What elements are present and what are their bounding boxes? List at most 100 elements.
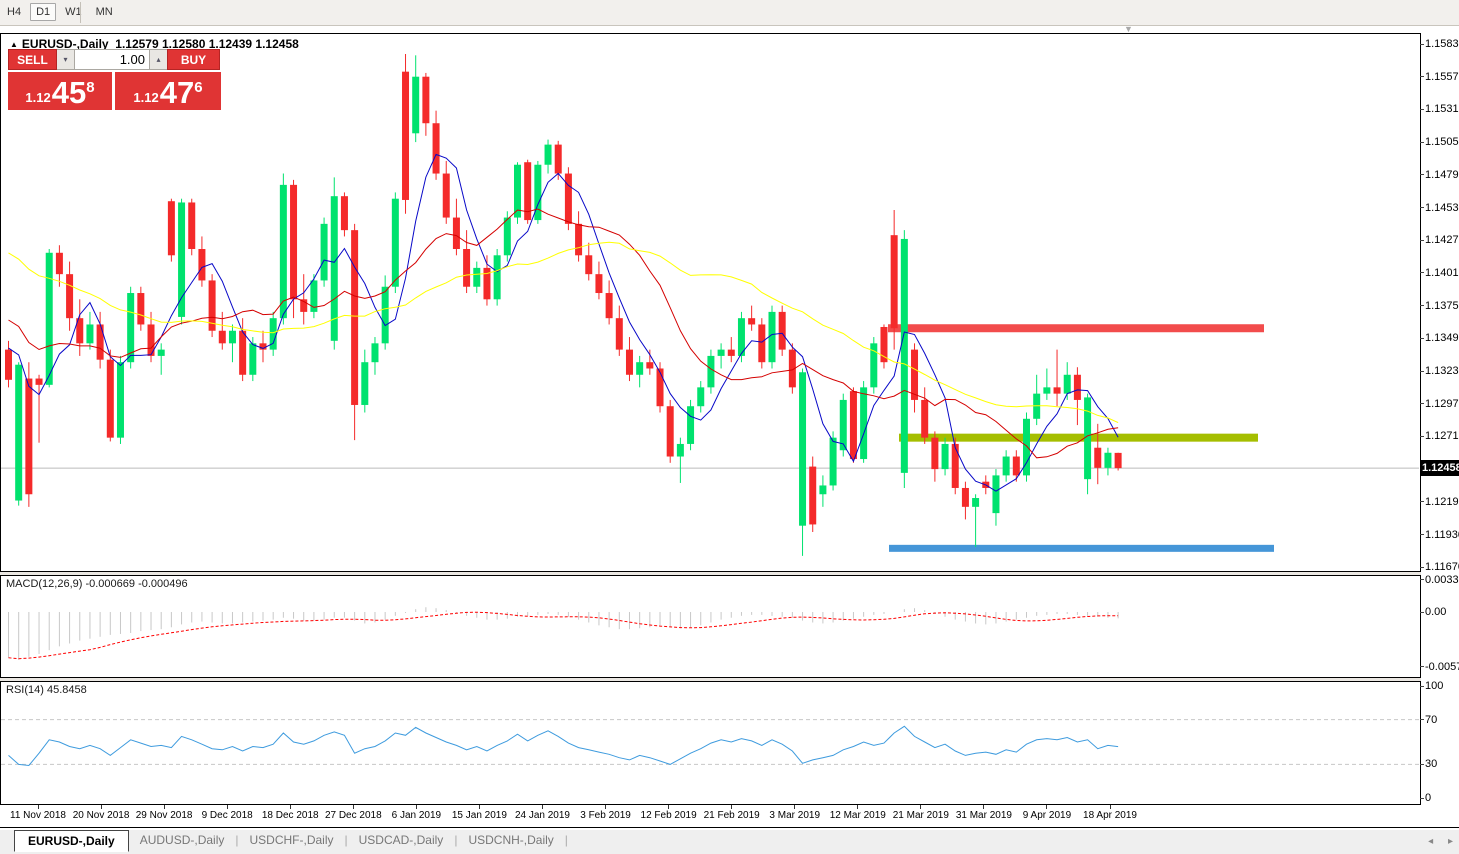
tab-divider: | [565, 830, 568, 847]
symbol-tab-eurusd[interactable]: EURUSD-,Daily [14, 830, 129, 852]
price-axis-label: 1.14790 [1425, 169, 1459, 181]
date-axis-label: 9 Dec 2018 [202, 810, 253, 821]
date-tick [605, 805, 606, 809]
timeframe-w1[interactable]: W1 [60, 4, 87, 20]
symbol-tab-usdcnh[interactable]: USDCNH-,Daily [457, 830, 564, 850]
symbol-tab-audusd[interactable]: AUDUSD-,Daily [129, 830, 236, 850]
timeframe-h4[interactable]: H4 [2, 4, 26, 20]
price-axis-label: 1.15830 [1425, 38, 1459, 50]
date-axis-label: 29 Nov 2018 [136, 810, 193, 821]
sell-price-big-digits: 45 [52, 78, 86, 108]
price-axis-label: 1.13230 [1425, 365, 1459, 377]
macd-axis-label: -0.00574 [1425, 661, 1459, 673]
price-axis-label: 1.13490 [1425, 332, 1459, 344]
date-axis-label: 20 Nov 2018 [73, 810, 130, 821]
rsi-axis-label: 30 [1425, 758, 1437, 770]
sell-price-pipette: 8 [86, 79, 94, 96]
macd-axis-label: 0.003386 [1425, 574, 1459, 586]
date-tick [668, 805, 669, 809]
volume-input[interactable] [75, 50, 147, 68]
buy-price-prefix: 1.12 [133, 90, 158, 105]
buy-button[interactable]: BUY [167, 49, 220, 70]
tab-scroll-arrows: ◂ ▸ [1416, 836, 1453, 847]
date-tick [857, 805, 858, 809]
one-click-trade-panel: SELL ▾ ▴ BUY 1.12 45 8 1.12 47 6 [8, 49, 222, 110]
price-axis-label-tick [1420, 371, 1424, 372]
sell-button[interactable]: SELL [8, 49, 57, 70]
tabs-scroll-right-icon[interactable]: ▸ [1448, 836, 1453, 847]
macd-panel-canvas[interactable] [0, 575, 1421, 678]
date-axis-label: 21 Mar 2019 [893, 810, 949, 821]
volume-field-wrap: ▴ [75, 49, 167, 70]
price-axis-label-tick [1420, 174, 1424, 175]
timeframe-d1[interactable]: D1 [30, 3, 56, 21]
buy-price-quote[interactable]: 1.12 47 6 [115, 72, 221, 110]
symbol-tab-usdcad[interactable]: USDCAD-,Daily [348, 830, 455, 850]
sell-price-quote[interactable]: 1.12 45 8 [8, 72, 112, 110]
date-axis-label: 24 Jan 2019 [515, 810, 570, 821]
price-axis-label: 1.13750 [1425, 300, 1459, 312]
timeframe-mn[interactable]: MN [91, 4, 118, 20]
rsi-axis-label-tick [1420, 719, 1424, 720]
chevron-down-icon: ▾ [63, 55, 67, 64]
price-axis-label: 1.12710 [1425, 430, 1459, 442]
date-axis-label: 12 Mar 2019 [830, 810, 886, 821]
rsi-axis-label-tick [1420, 686, 1424, 687]
date-axis-label: 15 Jan 2019 [452, 810, 507, 821]
date-axis-label: 18 Apr 2019 [1083, 810, 1137, 821]
symbol-marker-icon[interactable]: ▲ [10, 40, 18, 49]
price-chart-canvas[interactable] [0, 33, 1421, 572]
date-tick [794, 805, 795, 809]
volume-spin-up-button[interactable]: ▴ [149, 50, 167, 69]
date-tick [920, 805, 921, 809]
buy-price-pipette: 6 [194, 79, 202, 96]
date-axis-label: 18 Dec 2018 [262, 810, 319, 821]
price-axis-label: 1.11670 [1425, 561, 1459, 573]
hline-support [889, 545, 1274, 552]
tabs-scroll-left-icon[interactable]: ◂ [1428, 836, 1433, 847]
date-tick [479, 805, 480, 809]
toolbar-separator [80, 2, 81, 23]
price-axis-label: 1.14270 [1425, 234, 1459, 246]
date-tick [1046, 805, 1047, 809]
volume-dropdown-button[interactable]: ▾ [57, 49, 75, 70]
date-tick [542, 805, 543, 809]
price-axis-label-tick [1420, 207, 1424, 208]
date-axis-label: 31 Mar 2019 [956, 810, 1012, 821]
date-tick [227, 805, 228, 809]
rsi-axis-label-tick [1420, 764, 1424, 765]
price-axis-label-tick [1420, 534, 1424, 535]
sell-price-prefix: 1.12 [25, 90, 50, 105]
price-axis-label-tick [1420, 436, 1424, 437]
symbol-tab-usdchf[interactable]: USDCHF-,Daily [239, 830, 345, 850]
macd-indicator-label: MACD(12,26,9) -0.000669 -0.000496 [6, 578, 188, 590]
macd-axis-label-tick [1420, 579, 1424, 580]
date-axis-label: 12 Feb 2019 [641, 810, 697, 821]
price-axis-label: 1.15570 [1425, 71, 1459, 83]
price-axis-label-tick [1420, 142, 1424, 143]
chevron-up-icon: ▴ [156, 55, 160, 64]
buy-price-big-digits: 47 [160, 78, 194, 108]
price-axis-label: 1.15050 [1425, 136, 1459, 148]
price-axis-label: 1.15310 [1425, 103, 1459, 115]
date-axis-label: 3 Mar 2019 [769, 810, 820, 821]
price-axis-label: 1.12190 [1425, 496, 1459, 508]
price-axis-label-tick [1420, 501, 1424, 502]
date-tick [101, 805, 102, 809]
date-axis-label: 21 Feb 2019 [704, 810, 760, 821]
price-axis-label: 1.14530 [1425, 202, 1459, 214]
price-axis-label-tick [1420, 272, 1424, 273]
rsi-axis-label: 100 [1425, 680, 1443, 692]
price-axis-label-tick [1420, 403, 1424, 404]
price-axis-label-tick [1420, 109, 1424, 110]
date-axis-label: 27 Dec 2018 [325, 810, 382, 821]
date-axis-label: 11 Nov 2018 [10, 810, 66, 821]
symbol-tab-bar: EURUSD-,DailyAUDUSD-,Daily | USDCHF-,Daily… [0, 830, 1459, 854]
rsi-panel-canvas[interactable] [0, 681, 1421, 805]
date-tick [353, 805, 354, 809]
date-tick [38, 805, 39, 809]
date-axis-label: 3 Feb 2019 [580, 810, 631, 821]
price-axis-label-tick [1420, 44, 1424, 45]
rsi-axis-label-tick [1420, 798, 1424, 799]
date-tick [731, 805, 732, 809]
